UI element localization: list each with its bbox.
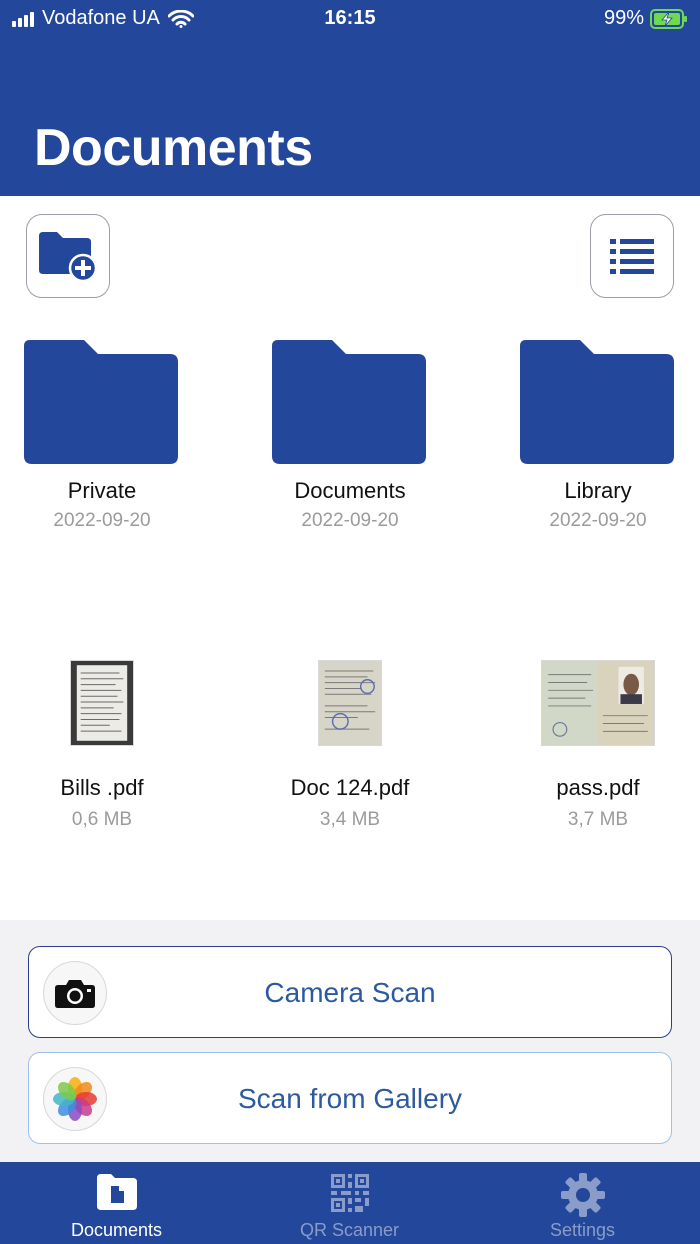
folder-date: 2022-09-20 <box>301 510 399 531</box>
folder-date: 2022-09-20 <box>549 510 647 531</box>
scan-from-gallery-button[interactable]: Scan from Gallery <box>28 1052 672 1144</box>
camera-scan-label: Camera Scan <box>264 977 436 1008</box>
status-bar: Vodafone UA 16:15 99% <box>0 0 700 36</box>
tab-label: Settings <box>549 1220 616 1240</box>
file-item-bills[interactable]: Bills .pdf 0,6 MB <box>2 660 202 831</box>
document-thumbnail <box>70 660 134 746</box>
tab-qr-scanner[interactable]: QR Scanner <box>233 1162 466 1244</box>
file-size: 3,7 MB <box>567 809 629 830</box>
folder-name: Library <box>564 478 632 503</box>
list-view-icon <box>610 239 654 274</box>
folder-item-library[interactable]: Library 2022-09-20 <box>498 338 698 532</box>
documents-folder-icon <box>96 1174 137 1210</box>
folder-icon <box>272 340 426 464</box>
list-view-button[interactable] <box>590 214 674 298</box>
folder-date: 2022-09-20 <box>53 510 151 531</box>
header: Vodafone UA 16:15 99% Documents <box>0 0 700 196</box>
qr-code-icon <box>330 1174 369 1212</box>
folder-name: Documents <box>294 478 406 503</box>
tab-label: QR Scanner <box>299 1220 400 1240</box>
folder-icon <box>520 340 674 464</box>
battery-charging-icon <box>650 8 687 29</box>
status-time: 16:15 <box>324 7 376 29</box>
scan-from-gallery-label: Scan from Gallery <box>237 1083 463 1114</box>
gear-icon <box>560 1173 605 1217</box>
file-size: 3,4 MB <box>319 809 381 830</box>
tab-label: Documents <box>70 1220 163 1240</box>
file-item-pass[interactable]: pass.pdf 3,7 MB <box>498 660 698 831</box>
battery-percent: 99% <box>603 7 644 29</box>
file-name: Doc 124.pdf <box>290 775 410 800</box>
folder-name: Private <box>67 478 137 503</box>
tab-settings[interactable]: Settings <box>466 1162 699 1244</box>
folder-item-documents[interactable]: Documents 2022-09-20 <box>250 338 450 532</box>
page-title: Documents <box>34 119 313 177</box>
document-thumbnail <box>541 660 655 746</box>
file-name: Bills .pdf <box>60 775 144 800</box>
new-folder-button[interactable] <box>26 214 110 298</box>
status-right: 99% <box>604 7 688 30</box>
document-thumbnail <box>318 660 382 746</box>
camera-scan-button[interactable]: Camera Scan <box>28 946 672 1038</box>
folder-item-private[interactable]: Private 2022-09-20 <box>2 338 202 532</box>
folder-plus-icon <box>39 232 98 283</box>
file-item-doc124[interactable]: Doc 124.pdf 3,4 MB <box>250 660 450 831</box>
tab-documents[interactable]: Documents <box>0 1162 233 1244</box>
folder-icon <box>24 340 178 464</box>
tab-bar: Documents QR Scanner Settings <box>0 1162 700 1244</box>
file-size: 0,6 MB <box>71 809 133 830</box>
file-name: pass.pdf <box>556 775 640 800</box>
